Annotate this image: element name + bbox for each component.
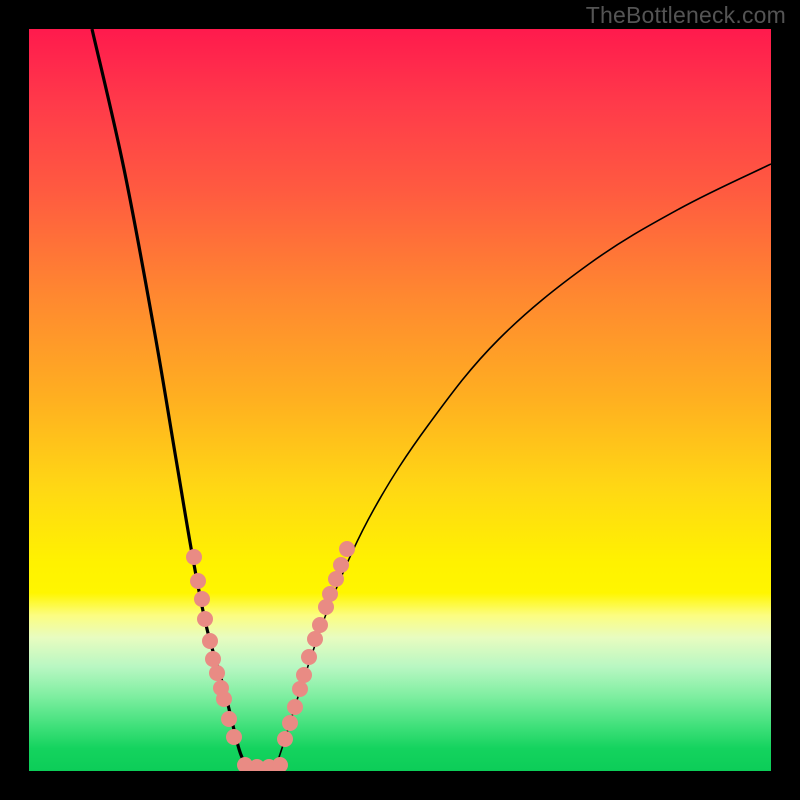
data-dot	[272, 757, 288, 771]
data-dot	[312, 617, 328, 633]
curve-left-branch	[92, 29, 247, 766]
data-dot	[282, 715, 298, 731]
data-dot	[307, 631, 323, 647]
chart-svg	[29, 29, 771, 771]
data-dot	[190, 573, 206, 589]
data-dot	[287, 699, 303, 715]
data-dot	[339, 541, 355, 557]
curve-right-branch	[276, 164, 771, 766]
data-dot	[322, 586, 338, 602]
data-dot	[197, 611, 213, 627]
data-dot	[209, 665, 225, 681]
data-dot	[296, 667, 312, 683]
data-dot	[202, 633, 218, 649]
data-dot	[226, 729, 242, 745]
watermark-label: TheBottleneck.com	[586, 2, 786, 29]
data-dot	[301, 649, 317, 665]
data-dot	[328, 571, 344, 587]
data-dot	[205, 651, 221, 667]
data-dot	[333, 557, 349, 573]
data-dot	[194, 591, 210, 607]
chart-plot-area	[29, 29, 771, 771]
data-dots-group	[186, 541, 355, 771]
data-dot	[186, 549, 202, 565]
data-dot	[221, 711, 237, 727]
data-dot	[292, 681, 308, 697]
data-dot	[277, 731, 293, 747]
data-dot	[216, 691, 232, 707]
